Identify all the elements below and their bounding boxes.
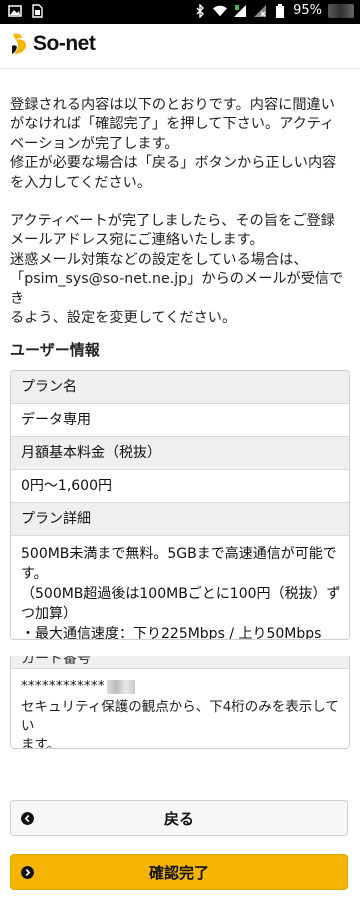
intro-line: がなければ「確認完了」を押して下さい。アクティ — [10, 116, 335, 133]
intro-line: 「psim_sys@so-net.ne.jp」からのメールが受信でき — [10, 271, 344, 307]
sim-icon — [32, 4, 43, 18]
masked-digits: ************ — [21, 679, 105, 694]
back-button-label: 戻る — [163, 809, 194, 828]
card-number-label: カード番号 — [11, 656, 349, 669]
card-number-value: ************ — [11, 669, 349, 694]
fee-value: 0円～1,600円 — [11, 470, 349, 503]
intro-line: メールアドレス宛にご連絡いたします。 — [10, 232, 264, 249]
chevron-right-icon — [21, 866, 34, 879]
detail-line: ・最大通信速度：下り225Mbps / 上り50Mbps — [21, 626, 322, 640]
battery-percent: 95% — [293, 3, 322, 18]
clock-blurred — [328, 4, 354, 18]
battery-icon — [276, 4, 285, 18]
signal-icon — [234, 5, 247, 17]
user-info-card[interactable]: プラン名 データ専用 月額基本料金（税抜） 0円～1,600円 プラン詳細 50… — [10, 370, 350, 640]
detail-label: プラン詳細 — [11, 503, 349, 536]
detail-line: （500MB超過後は100MBごとに100円（税抜）ず — [21, 586, 341, 602]
status-bar: 95% — [0, 0, 360, 24]
intro-line: るよう、設定を変更してください。 — [10, 310, 237, 327]
plan-label: プラン名 — [11, 371, 349, 404]
chevron-left-icon — [21, 812, 34, 825]
back-button[interactable]: 戻る — [10, 800, 348, 836]
intro-line: を入力してください。 — [10, 174, 152, 191]
detail-line: す。 — [21, 566, 48, 582]
sonet-logo[interactable]: So-net — [10, 32, 96, 56]
fee-label: 月額基本料金（税抜） — [11, 437, 349, 470]
detail-line: つ加算） — [21, 606, 77, 622]
card-number-section: カード番号 ************ セキュリティ保護の観点から、下4桁のみを表… — [10, 656, 350, 749]
plan-value: データ専用 — [11, 404, 349, 437]
security-note: セキュリティ保護の観点から、下4桁のみを表示してい ます。 — [21, 699, 339, 749]
intro-line: 登録される内容は以下のとおりです。内容に間違い — [10, 97, 335, 113]
logo-text: So-net — [33, 32, 96, 55]
sonet-logo-icon — [12, 33, 26, 54]
app-header: So-net — [0, 24, 360, 69]
intro-line: ベーションが完了します。 — [10, 135, 179, 152]
detail-value: 500MB未満まで無料。5GBまで高速通信が可能で す。 （500MB超過後は1… — [11, 536, 349, 640]
user-info-title: ユーザー情報 — [10, 341, 100, 359]
bluetooth-icon — [196, 4, 205, 18]
detail-line: 500MB未満まで無料。5GBまで高速通信が可能で — [21, 546, 337, 562]
intro-text: 登録される内容は以下のとおりです。内容に間違い がなければ「確認完了」を押して下… — [10, 96, 350, 328]
intro-line: 迷惑メール対策などの設定をしている場合は、 — [10, 251, 308, 268]
confirm-button[interactable]: 確認完了 — [10, 854, 348, 890]
confirm-button-label: 確認完了 — [148, 863, 209, 882]
image-icon — [8, 5, 22, 17]
no-sim-icon — [254, 5, 267, 17]
pixelated-digits — [107, 679, 135, 694]
intro-line: 修正が必要な場合は「戻る」ボタンから正しい内容 — [10, 155, 337, 172]
wifi-icon — [213, 5, 228, 17]
intro-line: アクティベートが完了しましたら、その旨をご登録 — [10, 213, 335, 230]
